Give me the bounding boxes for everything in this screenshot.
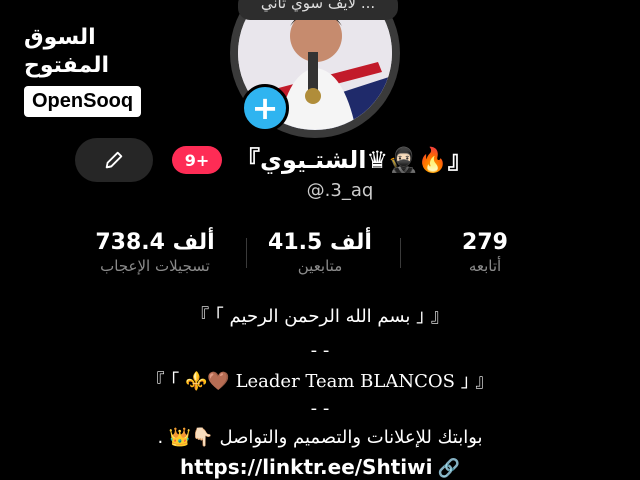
followers-label: متابعين [297, 257, 343, 275]
followers-value: 41.5 ألف [268, 230, 372, 255]
following-value: 279 [462, 230, 508, 255]
display-name: 『الشتـيوي♛🥷🏻🔥』 [236, 146, 472, 174]
bio-separator: - - [310, 398, 330, 419]
following-label: أتابعه [468, 257, 502, 275]
bio-line-3: بوابتك للإعلانات والتصميم والتواصل 👇🏻👑 . [157, 427, 483, 448]
bio-separator: - - [310, 340, 330, 361]
story-bubble: ... لايف سوي ثاني [238, 0, 398, 20]
pencil-icon [105, 151, 123, 169]
watermark-latin: OpenSooq [24, 86, 142, 117]
opensooq-watermark: السوق المفتوح OpenSooq [24, 24, 172, 117]
bio-line-1: 『 ｢ بسم الله الرحمن الرحيم ｣ 』 [191, 306, 449, 327]
stat-likes[interactable]: 738.4 ألف تسجيلات الإعجاب [80, 230, 230, 275]
likes-label: تسجيلات الإعجاب [100, 257, 210, 275]
add-story-button[interactable]: + [241, 84, 289, 132]
notification-badge[interactable]: 9+ [172, 146, 222, 174]
edit-profile-button[interactable] [75, 138, 153, 182]
likes-value: 738.4 ألف [95, 230, 215, 255]
stat-divider [246, 238, 247, 268]
stat-following[interactable]: 279 أتابعه [430, 230, 540, 275]
bio-line-2: 『 ｢ ⚜️🤎 Leader Team BLANCOS ｣ 』 [146, 371, 494, 392]
bio-link-row[interactable]: https://linktr.ee/Shtiwi 🔗 [100, 455, 540, 479]
username-handle: @.3_aq [306, 180, 374, 201]
bio-link[interactable]: https://linktr.ee/Shtiwi [180, 455, 432, 479]
stat-followers[interactable]: 41.5 ألف متابعين [255, 230, 385, 275]
plus-icon: + [251, 89, 279, 127]
stat-divider [400, 238, 401, 268]
link-icon: 🔗 [437, 458, 460, 479]
watermark-arabic: السوق المفتوح [24, 25, 110, 78]
